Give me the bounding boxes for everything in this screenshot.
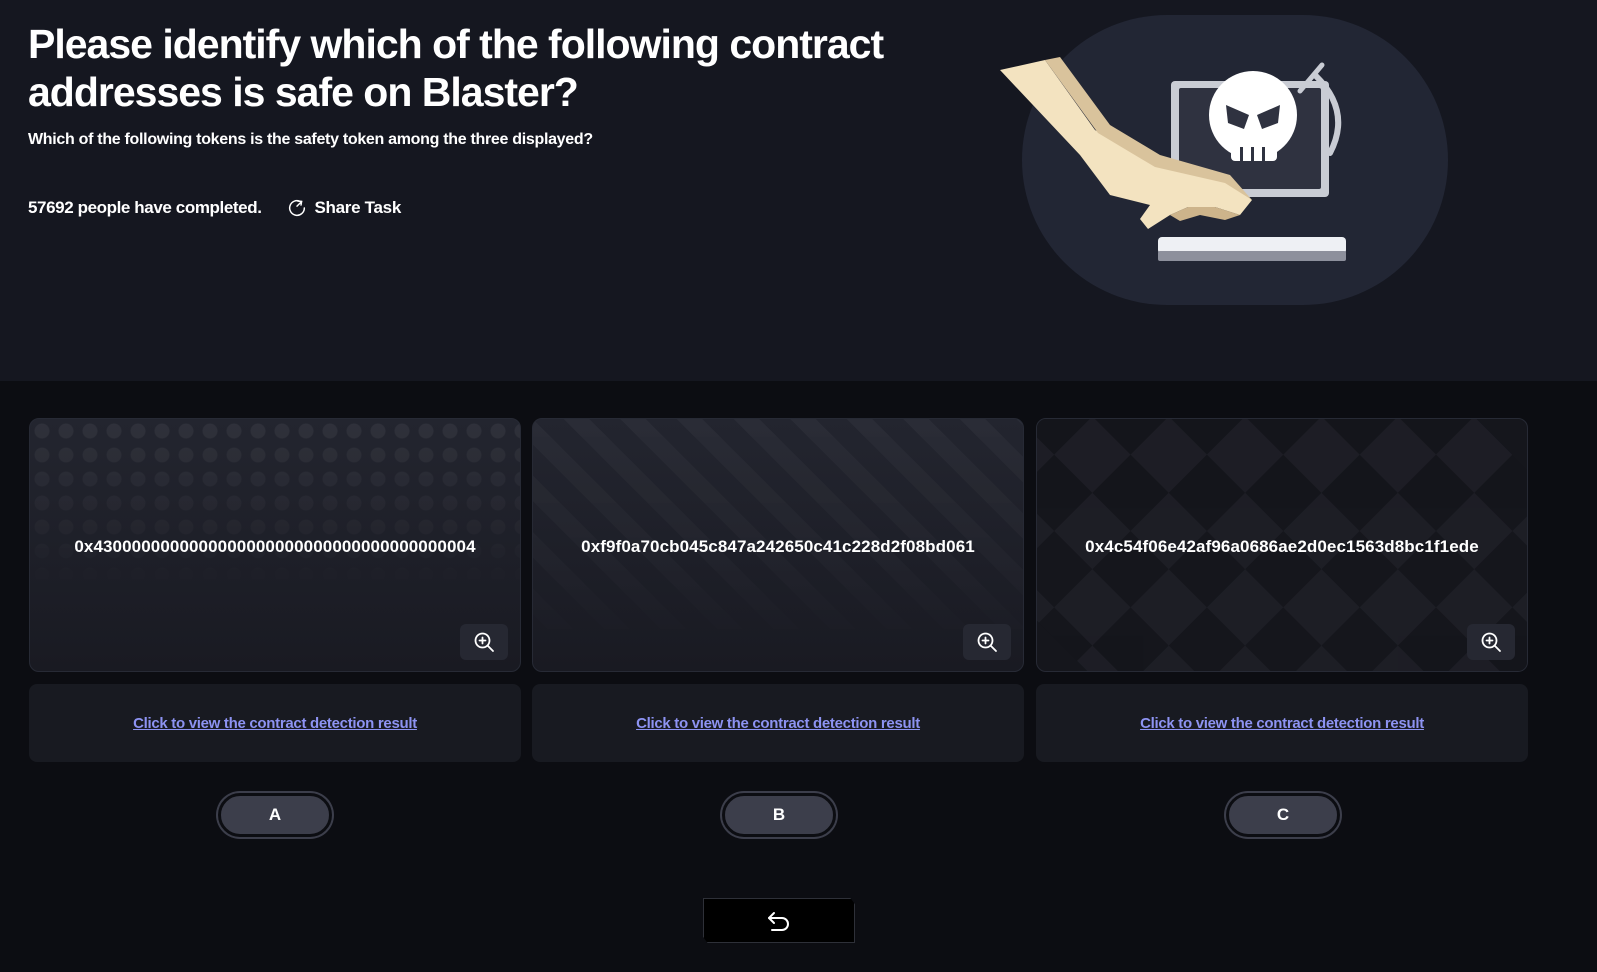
task-header: Please identify which of the following c… (0, 0, 1597, 381)
completed-count: 57692 people have completed. (28, 198, 262, 217)
detection-result-link-c[interactable]: Click to view the contract detection res… (1140, 715, 1424, 732)
option-c-button[interactable]: C (1226, 793, 1340, 837)
share-task-button[interactable]: Share Task (286, 197, 401, 219)
back-button[interactable] (703, 898, 855, 943)
option-a-button[interactable]: A (218, 793, 332, 837)
detection-result-panel-c: Click to view the contract detection res… (1036, 684, 1528, 762)
detection-result-panel-b: Click to view the contract detection res… (532, 684, 1024, 762)
zoom-button-c[interactable] (1467, 624, 1515, 660)
contract-card-c: 0x4c54f06e42af96a0686ae2d0ec1563d8bc1f1e… (1036, 418, 1528, 672)
detection-result-link-a[interactable]: Click to view the contract detection res… (133, 715, 417, 732)
contract-card-a: 0x43000000000000000000000000000000000000… (29, 418, 521, 672)
share-icon (288, 200, 305, 217)
zoom-in-icon (474, 632, 494, 652)
page-title: Please identify which of the following c… (28, 21, 884, 115)
contract-address-a: 0x43000000000000000000000000000000000000… (74, 537, 476, 556)
contract-card-b: 0xf9f0a70cb045c847a242650c41c228d2f08bd0… (532, 418, 1024, 672)
option-b-button[interactable]: B (722, 793, 836, 837)
back-arrow-icon (768, 911, 789, 931)
detection-result-link-b[interactable]: Click to view the contract detection res… (636, 715, 920, 732)
contract-address-b: 0xf9f0a70cb045c847a242650c41c228d2f08bd0… (581, 537, 975, 556)
contract-address-c: 0x4c54f06e42af96a0686ae2d0ec1563d8bc1f1e… (1085, 537, 1479, 556)
zoom-in-icon (977, 632, 997, 652)
zoom-in-icon (1481, 632, 1501, 652)
task-stats: 57692 people have completed. Share Task (28, 197, 401, 219)
share-task-label: Share Task (314, 198, 402, 217)
page-subtitle: Which of the following tokens is the saf… (28, 131, 593, 148)
zoom-button-a[interactable] (460, 624, 508, 660)
hacker-skull-laptop-illustration (1000, 15, 1448, 305)
zoom-button-b[interactable] (963, 624, 1011, 660)
detection-result-panel-a: Click to view the contract detection res… (29, 684, 521, 762)
